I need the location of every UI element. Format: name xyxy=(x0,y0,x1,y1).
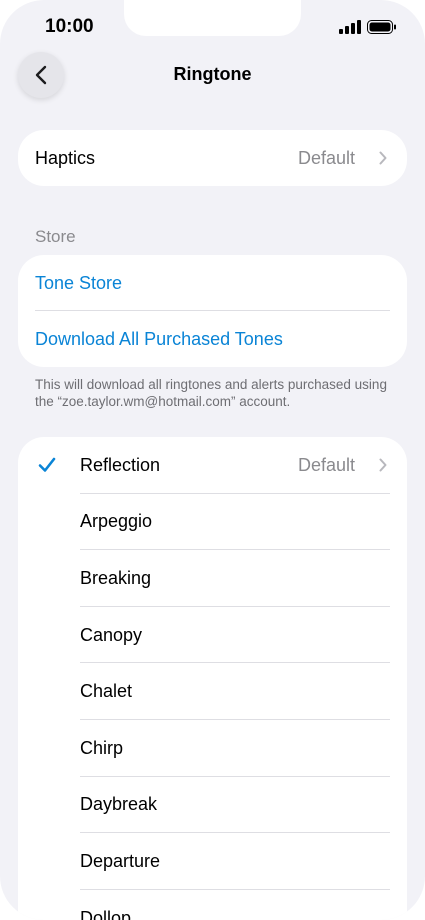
ringtone-row-dollop[interactable]: Dollop xyxy=(18,890,407,920)
ringtone-label: Chalet xyxy=(80,681,133,702)
haptics-card: Haptics Default xyxy=(18,130,407,186)
ringtone-label: Canopy xyxy=(80,624,143,645)
chevron-right-icon xyxy=(379,458,387,472)
ringtone-label: Chirp xyxy=(80,737,124,758)
download-purchased-tones-link[interactable]: Download All Purchased Tones xyxy=(18,311,407,367)
status-time: 10:00 xyxy=(45,16,94,37)
ringtone-row-reflection[interactable]: Reflection Default xyxy=(18,437,407,494)
notch xyxy=(124,0,301,36)
battery-icon xyxy=(367,20,396,34)
ringtone-label: Departure xyxy=(80,850,161,871)
ringtone-row-arpeggio[interactable]: Arpeggio xyxy=(18,494,407,551)
ringtone-row-breaking[interactable]: Breaking xyxy=(18,550,407,607)
download-purchased-tones-label: Download All Purchased Tones xyxy=(35,328,283,349)
ringtone-label: Dollop xyxy=(80,907,132,920)
haptics-row[interactable]: Haptics Default xyxy=(18,130,407,186)
phone-screen: 10:00 Ringtone Haptics Default Store Ton… xyxy=(0,0,425,920)
ringtone-label: Daybreak xyxy=(80,794,158,815)
ringtone-row-chirp[interactable]: Chirp xyxy=(18,720,407,777)
tone-store-link[interactable]: Tone Store xyxy=(18,255,407,311)
ringtone-row-chalet[interactable]: Chalet xyxy=(18,663,407,720)
ringtone-label: Arpeggio xyxy=(80,511,153,532)
store-footnote: This will download all ringtones and ale… xyxy=(35,377,387,409)
ringtone-row-daybreak[interactable]: Daybreak xyxy=(18,777,407,834)
ringtone-label: Reflection xyxy=(80,454,161,475)
ringtone-row-canopy[interactable]: Canopy xyxy=(18,607,407,664)
haptics-label: Haptics xyxy=(35,147,96,168)
haptics-value: Default xyxy=(297,147,355,168)
ringtone-row-departure[interactable]: Departure xyxy=(18,833,407,890)
cellular-signal-icon xyxy=(339,20,361,34)
store-section-header: Store xyxy=(35,227,76,246)
page-title: Ringtone xyxy=(173,64,252,84)
tone-store-label: Tone Store xyxy=(35,272,123,293)
chevron-right-icon xyxy=(379,151,387,165)
ringtone-label: Breaking xyxy=(80,567,152,588)
store-card: Tone Store Download All Purchased Tones xyxy=(18,255,407,367)
ringtone-default-value: Default xyxy=(297,454,355,475)
ringtone-list: Reflection Default Arpeggio Breaking Can… xyxy=(18,437,407,920)
checkmark-icon xyxy=(38,457,56,472)
